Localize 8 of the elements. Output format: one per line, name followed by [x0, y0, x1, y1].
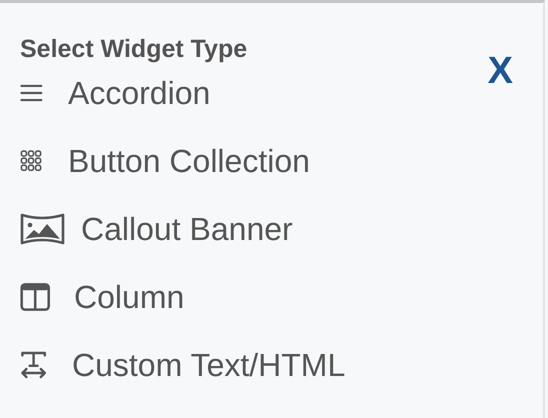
widget-type-option[interactable]: Column [74, 278, 184, 316]
widget-type-option[interactable]: Custom Text/HTML [72, 346, 346, 384]
panel-title: Select Widget Type [20, 34, 248, 65]
close-button[interactable]: X [488, 51, 513, 91]
image-icon [20, 212, 65, 246]
widget-type-option[interactable]: Accordion [68, 74, 210, 112]
widget-type-option[interactable]: Button Collection [68, 142, 310, 180]
widget-type-option[interactable]: Callout Banner [81, 210, 293, 248]
